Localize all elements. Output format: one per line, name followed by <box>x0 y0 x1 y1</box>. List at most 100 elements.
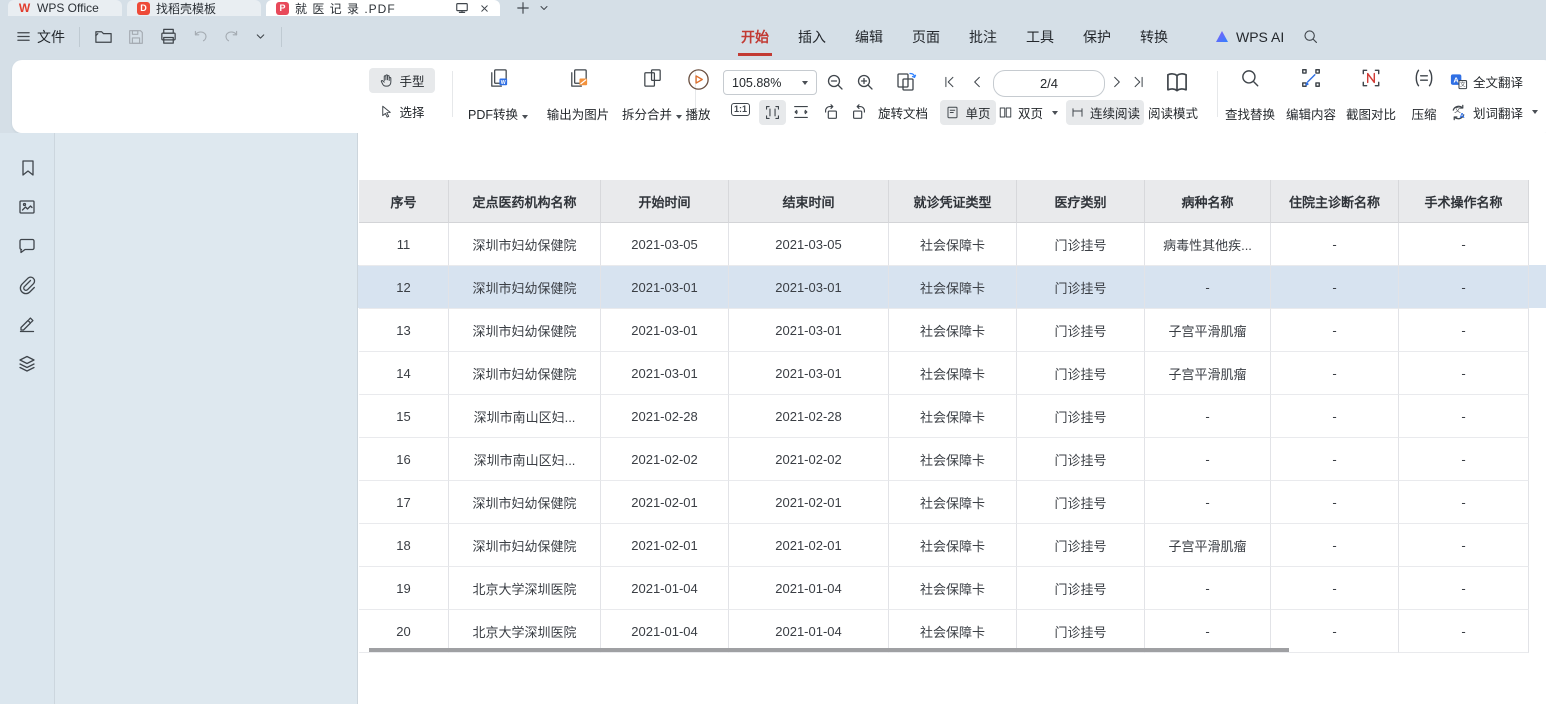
full-translate-label: 全文翻译 <box>1473 72 1523 91</box>
layers-icon[interactable] <box>15 352 39 374</box>
zoom-out-icon[interactable] <box>825 72 845 92</box>
save-icon[interactable] <box>127 28 145 46</box>
new-tab-icon[interactable] <box>516 1 530 15</box>
single-page-button[interactable]: 单页 <box>940 100 996 125</box>
table-cell: 深圳市南山区妇... <box>449 438 601 481</box>
split-merge-label: 拆分合并 <box>622 108 672 122</box>
screenshot-compare-button[interactable]: 截图对比 <box>1341 67 1401 123</box>
table-cell: 社会保障卡 <box>889 395 1017 438</box>
table-cell: - <box>1399 481 1529 524</box>
menu-tab-页面[interactable]: 页面 <box>912 27 940 47</box>
wps-ai-button[interactable]: WPS AI <box>1214 29 1284 45</box>
previous-page-icon[interactable] <box>970 75 984 89</box>
select-tool-button[interactable]: 选择 <box>369 99 435 124</box>
file-menu-button[interactable]: 文件 <box>16 27 65 47</box>
app-tab-wps-office[interactable]: W WPS Office <box>8 0 122 16</box>
rotate-right-icon[interactable] <box>850 103 868 121</box>
tab-list-chevron-icon[interactable] <box>538 2 550 14</box>
close-tab-icon[interactable] <box>479 3 490 14</box>
undo-icon[interactable] <box>192 28 209 45</box>
comments-icon[interactable] <box>15 235 39 257</box>
menu-tab-工具[interactable]: 工具 <box>1026 27 1054 47</box>
play-button[interactable]: 播放 <box>676 67 720 123</box>
navigation-sidebar <box>0 133 55 704</box>
divider <box>452 71 453 117</box>
export-image-icon <box>567 67 590 90</box>
table-cell: 病毒性其他疾... <box>1145 223 1271 266</box>
column-header: 住院主诊断名称 <box>1271 180 1399 223</box>
menu-tab-批注[interactable]: 批注 <box>969 27 997 47</box>
table-cell: - <box>1145 395 1271 438</box>
rotate-pages-icon[interactable] <box>894 70 918 94</box>
full-translate-button[interactable]: A文 全文翻译 <box>1449 69 1523 93</box>
table-cell: 2021-03-01 <box>601 309 729 352</box>
hand-tool-button[interactable]: 手型 <box>369 68 435 93</box>
menu-tab-插入[interactable]: 插入 <box>798 27 826 47</box>
table-cell: 2021-02-02 <box>729 438 889 481</box>
export-image-button[interactable]: 输出为图片 <box>539 67 617 123</box>
next-page-icon[interactable] <box>1110 75 1124 89</box>
table-cell: 2021-03-01 <box>601 266 729 309</box>
menu-tab-转换[interactable]: 转换 <box>1140 27 1168 47</box>
read-mode-icon[interactable] <box>1164 69 1190 95</box>
column-header: 序号 <box>359 180 449 223</box>
app-tab-docer[interactable]: D 找稻壳模板 <box>127 0 261 16</box>
export-image-label: 输出为图片 <box>547 108 610 122</box>
page-number-input[interactable]: 2/4 <box>993 70 1105 97</box>
fit-page-button[interactable] <box>759 100 786 125</box>
column-header: 开始时间 <box>601 180 729 223</box>
find-replace-button[interactable]: 查找替换 <box>1219 67 1281 123</box>
word-translate-button[interactable]: 文A 划词翻译 <box>1449 100 1538 124</box>
edit-content-icon <box>1300 67 1322 89</box>
divider <box>1217 71 1218 117</box>
table-cell: - <box>1271 309 1399 352</box>
zoom-in-icon[interactable] <box>855 72 875 92</box>
table-cell: 社会保障卡 <box>889 481 1017 524</box>
print-icon[interactable] <box>159 27 178 46</box>
screen-share-icon[interactable] <box>455 1 469 15</box>
file-menu-label: 文件 <box>37 27 65 47</box>
table-cell: 门诊挂号 <box>1017 395 1145 438</box>
document-tab-pdf[interactable]: P 就 医 记 录 .PDF <box>266 0 500 16</box>
workspace: 序号定点医药机构名称开始时间结束时间就诊凭证类型医疗类别病种名称住院主诊断名称手… <box>0 133 1546 704</box>
read-mode-button[interactable]: 阅读模式 <box>1148 100 1198 125</box>
full-translate-icon: A文 <box>1449 72 1468 91</box>
bookmark-icon[interactable] <box>15 157 39 179</box>
redo-icon[interactable] <box>223 28 240 45</box>
thumbnails-icon[interactable] <box>15 196 39 218</box>
table-cell: 2021-02-01 <box>601 524 729 567</box>
table-cell: - <box>1399 567 1529 610</box>
signature-icon[interactable] <box>15 313 39 335</box>
open-file-icon[interactable] <box>94 27 113 46</box>
table-cell: 北京大学深圳医院 <box>449 567 601 610</box>
menu-tab-保护[interactable]: 保护 <box>1083 27 1111 47</box>
zoom-level-select[interactable]: 105.88% <box>723 70 817 95</box>
table-cell: - <box>1399 395 1529 438</box>
two-page-button[interactable]: 双页 <box>998 100 1058 125</box>
edit-content-button[interactable]: 编辑内容 <box>1280 67 1342 123</box>
continuous-reading-button[interactable]: 连续阅读 <box>1066 100 1144 125</box>
first-page-icon[interactable] <box>942 75 956 89</box>
fit-width-icon[interactable] <box>792 103 810 121</box>
menu-search-icon[interactable] <box>1302 28 1319 45</box>
compress-button[interactable]: 压缩 <box>1401 67 1447 123</box>
attachments-icon[interactable] <box>15 274 39 296</box>
last-page-icon[interactable] <box>1132 75 1146 89</box>
table-cell: - <box>1271 524 1399 567</box>
table-cell: 社会保障卡 <box>889 524 1017 567</box>
rotate-left-icon[interactable] <box>822 103 840 121</box>
divider <box>79 27 80 47</box>
table-cell: - <box>1399 524 1529 567</box>
table-cell: - <box>1271 223 1399 266</box>
menu-tab-开始[interactable]: 开始 <box>741 27 769 47</box>
table-cell: 深圳市妇幼保健院 <box>449 524 601 567</box>
quick-access-chevron-icon[interactable] <box>254 30 267 43</box>
menu-tab-编辑[interactable]: 编辑 <box>855 27 883 47</box>
pdf-convert-button[interactable]: W PDF转换 <box>457 67 539 123</box>
chevron-down-icon <box>1532 110 1538 114</box>
single-page-icon <box>945 105 960 120</box>
edit-content-label: 编辑内容 <box>1286 108 1336 122</box>
two-page-icon <box>998 105 1013 120</box>
rotate-document-button[interactable]: 旋转文档 <box>878 100 928 125</box>
actual-size-button[interactable]: 1:1 <box>731 103 750 116</box>
